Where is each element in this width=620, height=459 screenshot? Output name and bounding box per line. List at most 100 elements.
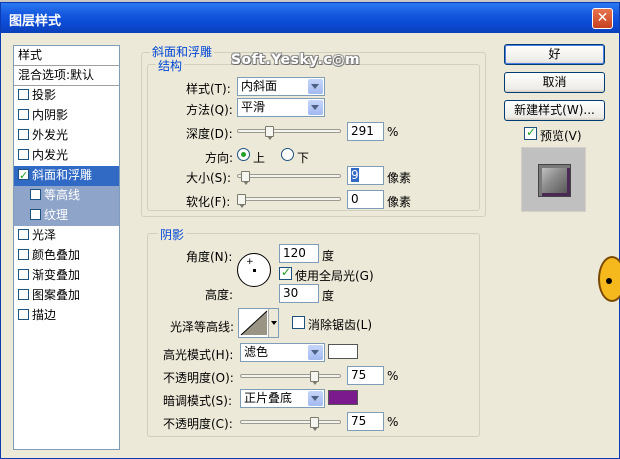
style-list-item-label: 投影 [32, 88, 57, 102]
ok-button[interactable]: 好 [504, 44, 605, 65]
style-list-item-label: 颜色叠加 [32, 248, 81, 262]
shadow-opacity-input[interactable]: 75 [347, 412, 384, 431]
style-list-header[interactable]: 样式 [14, 46, 119, 66]
shadow-color-swatch[interactable] [328, 390, 358, 405]
shadow-opacity-label: 不透明度(C): [163, 417, 233, 431]
size-input[interactable]: 9 [347, 166, 384, 185]
slider-thumb[interactable] [309, 417, 319, 431]
style-checkbox[interactable] [18, 129, 29, 140]
highlight-mode-select[interactable]: 滤色 [240, 343, 325, 362]
style-list-item-label: 描边 [32, 308, 57, 322]
style-list-item[interactable]: 投影 [14, 86, 119, 106]
shadow-opacity-value: 75 [351, 414, 367, 428]
style-list-item[interactable]: 斜面和浮雕 [14, 166, 119, 186]
global-light-label: 使用全局光(G) [295, 269, 374, 283]
angle-input[interactable]: 120 [279, 244, 319, 263]
preview-label: 预览(V) [540, 129, 582, 143]
style-list-item[interactable]: 内发光 [14, 146, 119, 166]
style-list-item-label: 内发光 [32, 148, 69, 162]
depth-input[interactable]: 291 [347, 122, 384, 141]
chevron-down-icon[interactable] [268, 309, 278, 337]
style-checkbox[interactable] [18, 249, 29, 260]
depth-unit: % [387, 125, 399, 139]
anti-aliased-checkbox[interactable] [292, 316, 305, 329]
style-select-value: 内斜面 [241, 79, 278, 93]
style-list-item[interactable]: 内阴影 [14, 106, 119, 126]
shadow-opacity-slider[interactable] [240, 417, 341, 431]
close-button[interactable]: ✕ [592, 8, 613, 29]
style-list-item[interactable]: 外发光 [14, 126, 119, 146]
direction-up-radio[interactable] [237, 148, 250, 161]
close-icon: ✕ [596, 10, 609, 26]
style-checkbox[interactable] [30, 189, 41, 200]
new-style-button[interactable]: 新建样式(W)... [504, 100, 605, 121]
style-list-item[interactable]: 渐变叠加 [14, 266, 119, 286]
style-list-item[interactable]: 纹理 [14, 206, 119, 226]
highlight-opacity-value: 75 [351, 368, 367, 382]
chevron-down-icon [308, 100, 323, 115]
highlight-color-swatch[interactable] [328, 344, 358, 359]
style-checkbox[interactable] [18, 166, 29, 185]
size-input-value: 9 [351, 168, 359, 182]
technique-label: 方法(Q): [186, 103, 233, 117]
chevron-down-icon [308, 79, 323, 94]
style-label: 样式(T): [186, 82, 231, 96]
preview-checkbox[interactable] [524, 125, 537, 140]
soften-input-value: 0 [351, 192, 359, 206]
cancel-button[interactable]: 取消 [504, 72, 605, 93]
slider-track [240, 374, 341, 378]
global-light-checkbox[interactable] [279, 265, 292, 280]
depth-slider[interactable] [237, 126, 341, 140]
style-list-item-label: 斜面和浮雕 [32, 168, 93, 182]
style-checkbox[interactable] [18, 109, 29, 120]
blending-options-item[interactable]: 混合选项:默认 [14, 66, 119, 86]
shadow-opacity-unit: % [387, 415, 399, 429]
technique-select-value: 平滑 [241, 100, 266, 114]
direction-down-label: 下 [297, 151, 310, 165]
gloss-contour-label: 光泽等高线: [170, 320, 235, 334]
style-checkbox[interactable] [18, 289, 29, 300]
title-bar[interactable]: 图层样式 ✕ [1, 3, 619, 33]
soften-input[interactable]: 0 [347, 190, 384, 209]
chevron-down-icon [308, 345, 323, 360]
angle-dial[interactable]: + [237, 253, 271, 287]
style-checkbox[interactable] [18, 229, 29, 240]
slider-thumb[interactable] [240, 171, 250, 185]
highlight-mode-label: 高光模式(H): [163, 348, 234, 362]
style-list-item-label: 渐变叠加 [32, 268, 81, 282]
slider-track [237, 129, 341, 133]
style-list-item[interactable]: 光泽 [14, 226, 119, 246]
style-list-item[interactable]: 颜色叠加 [14, 246, 119, 266]
style-checkbox[interactable] [30, 209, 41, 220]
soften-slider[interactable] [237, 194, 341, 208]
direction-down-radio[interactable] [281, 148, 294, 161]
style-list-item-label: 光泽 [32, 228, 57, 242]
angle-label: 角度(N): [186, 250, 233, 264]
style-list-item[interactable]: 图案叠加 [14, 286, 119, 306]
altitude-input[interactable]: 30 [279, 284, 319, 303]
style-checkbox[interactable] [18, 309, 29, 320]
technique-select[interactable]: 平滑 [237, 98, 325, 117]
slider-track [237, 197, 341, 201]
altitude-label: 高度: [205, 288, 234, 302]
gloss-contour-picker[interactable] [238, 308, 279, 338]
style-checkbox[interactable] [18, 89, 29, 100]
shadow-mode-select[interactable]: 正片叠底 [240, 389, 325, 408]
style-checkbox[interactable] [18, 149, 29, 160]
style-list-item[interactable]: 等高线 [14, 186, 119, 206]
slider-thumb[interactable] [264, 126, 274, 140]
highlight-opacity-slider[interactable] [240, 371, 341, 385]
slider-thumb[interactable] [309, 371, 319, 385]
watermark-text: Soft.Yesky.c◎m [231, 52, 361, 68]
dialog-title: 图层样式 [9, 14, 62, 29]
angle-input-value: 120 [283, 246, 306, 260]
size-slider[interactable] [237, 171, 341, 185]
crosshair-icon: + [246, 257, 254, 267]
slider-thumb[interactable] [237, 194, 246, 208]
style-checkbox[interactable] [18, 269, 29, 280]
style-list-item[interactable]: 描边 [14, 306, 119, 326]
soften-unit: 像素 [387, 195, 412, 209]
style-preview [521, 147, 586, 212]
highlight-opacity-input[interactable]: 75 [347, 366, 384, 385]
style-select[interactable]: 内斜面 [237, 77, 325, 96]
